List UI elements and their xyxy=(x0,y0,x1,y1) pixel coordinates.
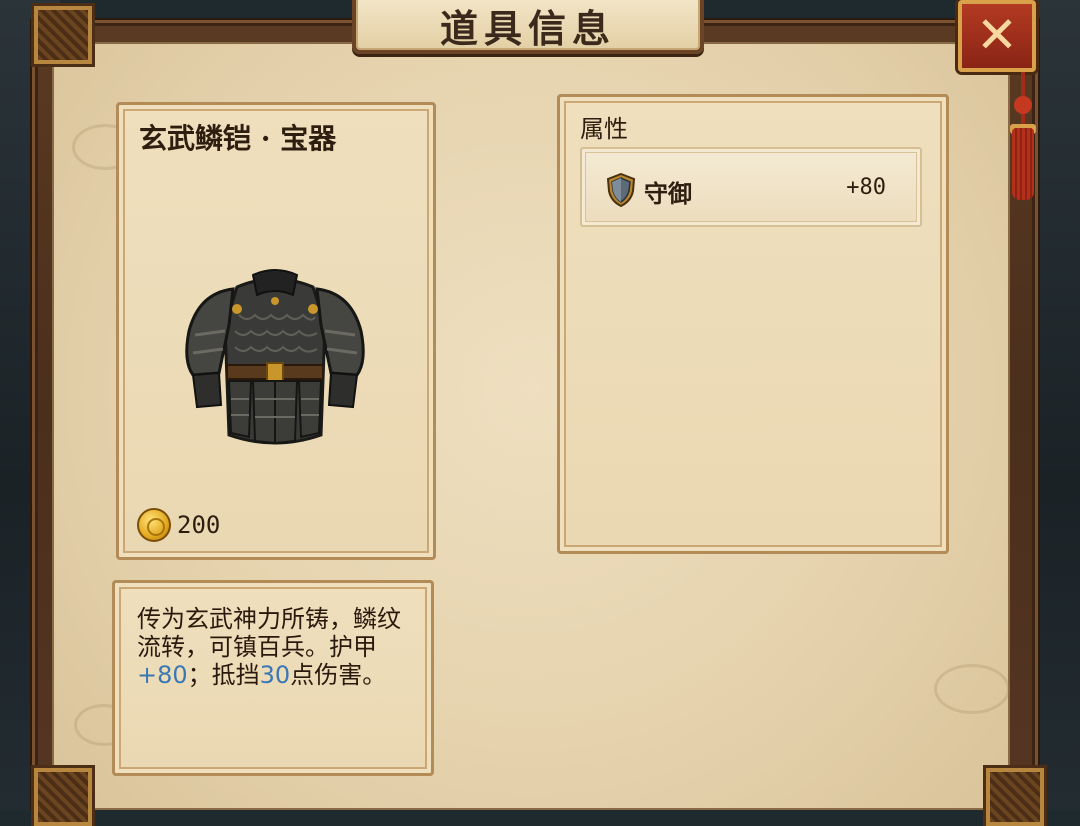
attribute-name: 守御 xyxy=(644,180,692,208)
attributes-panel: 属性 守御 +80 xyxy=(557,94,949,554)
tassel-knot xyxy=(1014,96,1032,114)
gold-coin-icon xyxy=(137,508,171,542)
attribute-value: +80 xyxy=(846,175,886,200)
cloud-ornament xyxy=(934,664,1010,714)
close-icon: ✕ xyxy=(976,6,1018,64)
corner-ornament-bottom-right xyxy=(986,768,1044,826)
price: 200 xyxy=(137,508,220,542)
armor-value: +80 xyxy=(137,661,188,689)
block-value: 30 xyxy=(259,661,291,689)
description-panel: 传为玄武神力所铸，鳞纹流转，可镇百兵。护甲+80；抵挡30点伤害。 xyxy=(112,580,434,776)
tassel-icon xyxy=(1012,128,1034,200)
corner-ornament-top-left xyxy=(34,6,92,64)
close-button[interactable]: ✕ xyxy=(958,0,1036,72)
description-part3: 点伤害。 xyxy=(290,661,387,689)
item-panel: 玄武鳞铠 · 宝器 200 xyxy=(116,102,436,560)
description-part1: 传为玄武神力所铸，鳞纹流转，可镇百兵。护甲 xyxy=(137,605,401,661)
armor-icon xyxy=(185,269,365,445)
dialog-title: 道具信息 xyxy=(439,6,616,51)
title-plaque: 道具信息 xyxy=(352,0,704,54)
description-part2: ；抵挡 xyxy=(187,661,260,689)
attributes-title: 属性 xyxy=(580,115,628,143)
item-name: 玄武鳞铠 · 宝器 xyxy=(139,122,337,155)
shield-icon xyxy=(606,173,636,207)
attribute-row: 守御 +80 xyxy=(580,147,922,227)
corner-ornament-bottom-left xyxy=(34,768,92,826)
price-value: 200 xyxy=(177,511,221,539)
description-text: 传为玄武神力所铸，鳞纹流转，可镇百兵。护甲+80；抵挡30点伤害。 xyxy=(137,605,413,689)
